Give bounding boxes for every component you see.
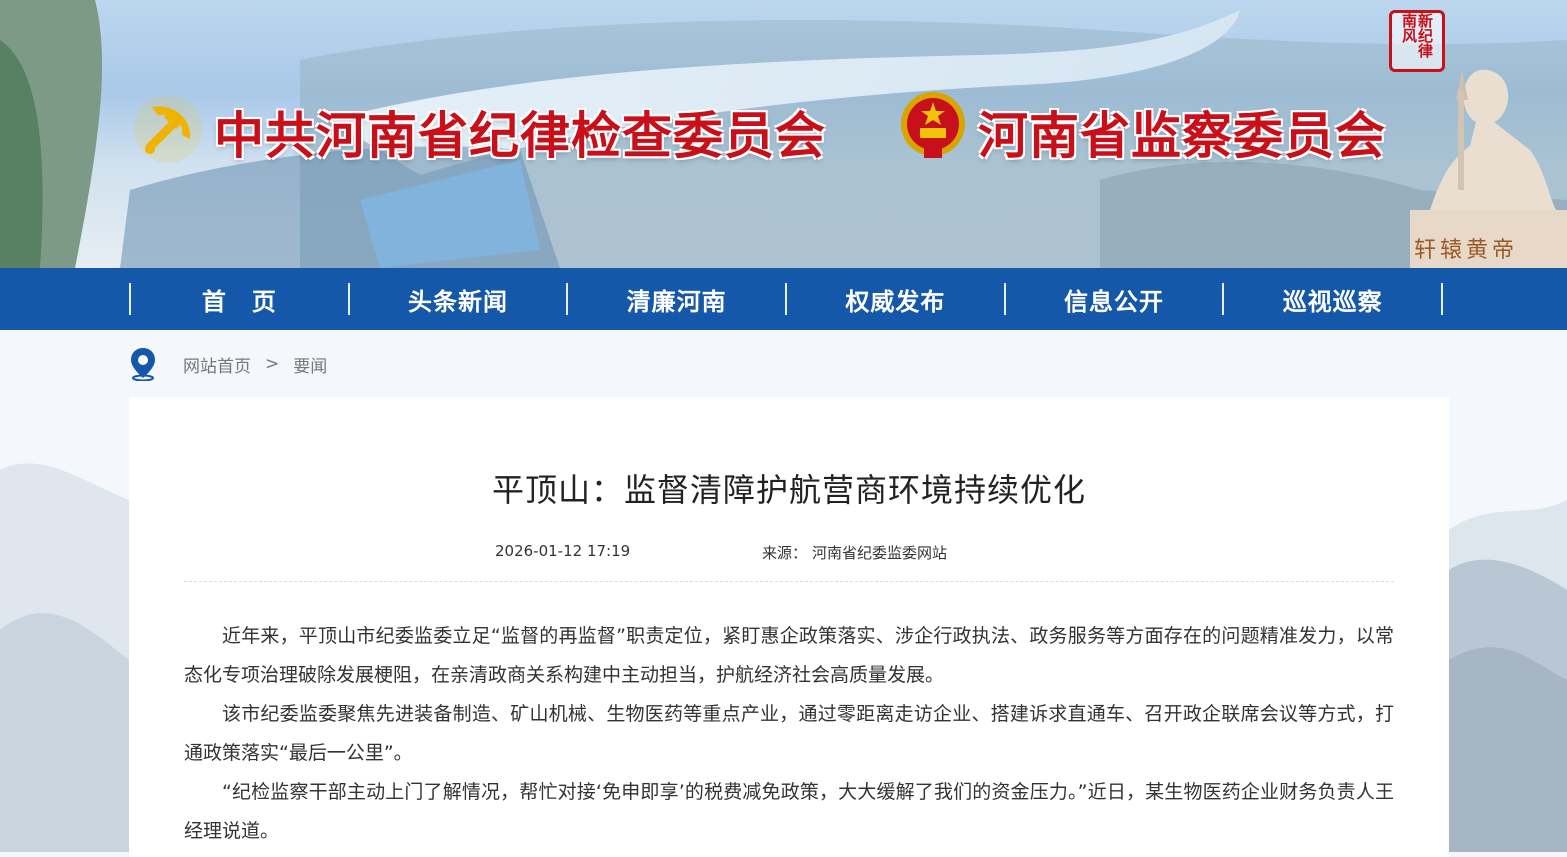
party-emblem-icon: [134, 95, 202, 163]
article-date: 2026-01-12 17:19: [495, 542, 631, 560]
national-emblem-icon: [901, 92, 965, 158]
statue-caption: 轩辕黄帝: [1414, 238, 1519, 263]
article-paragraph: 近年来，平顶山市纪委监委立足“监督的再监督”职责定位，紧盯惠企政策落实、涉企行政…: [184, 625, 1394, 686]
article-source: 河南省纪委监委网站: [812, 544, 948, 562]
article-panel: 平顶山：监督清障护航营商环境持续优化 2026-01-12 17:19 来源： …: [129, 397, 1449, 857]
main-nav: 首 页 头条新闻 清廉河南 权威发布 信息公开 巡视巡察: [0, 268, 1567, 330]
nav-item-releases[interactable]: 权威发布: [787, 268, 1004, 330]
article-body: 近年来，平顶山市纪委监委立足“监督的再监督”职责定位，紧盯惠企政策落实、涉企行政…: [184, 617, 1394, 851]
location-pin-icon: [131, 348, 155, 381]
breadcrumb-home-link[interactable]: 网站首页: [183, 352, 251, 377]
nav-item-home[interactable]: 首 页: [131, 268, 348, 330]
nav-item-disclosure[interactable]: 信息公开: [1006, 268, 1223, 330]
breadcrumb-current-link[interactable]: 要闻: [293, 352, 327, 377]
article-divider: [184, 581, 1394, 582]
breadcrumb: 网站首页 > 要闻: [129, 331, 1449, 397]
nav-divider: [1441, 283, 1444, 315]
nav-item-clean-henan[interactable]: 清廉河南: [568, 268, 785, 330]
article-paragraph: “纪检监察干部主动上门了解情况，帮忙对接‘免申即享’的税费减免政策，大大缓解了我…: [184, 781, 1394, 842]
article-paragraph: 该市纪委监委聚焦先进装备制造、矿山机械、生物医药等重点产业，通过零距离走访企业、…: [184, 703, 1394, 764]
nav-item-inspection[interactable]: 巡视巡察: [1224, 268, 1441, 330]
article-source-label: 来源：: [762, 544, 808, 562]
supervision-title: 河南省监察委员会: [978, 107, 1386, 165]
article-title: 平顶山：监督清障护航营商环境持续优化: [491, 471, 1086, 509]
commission-title: 中共河南省纪律检查委员会: [214, 107, 826, 165]
nav-item-headlines[interactable]: 头条新闻: [350, 268, 567, 330]
breadcrumb-separator: >: [265, 354, 280, 374]
header-banner: 中共河南省纪律检查委员会 河南省监察委员会 新纪律南风 轩辕黄帝: [0, 0, 1567, 268]
